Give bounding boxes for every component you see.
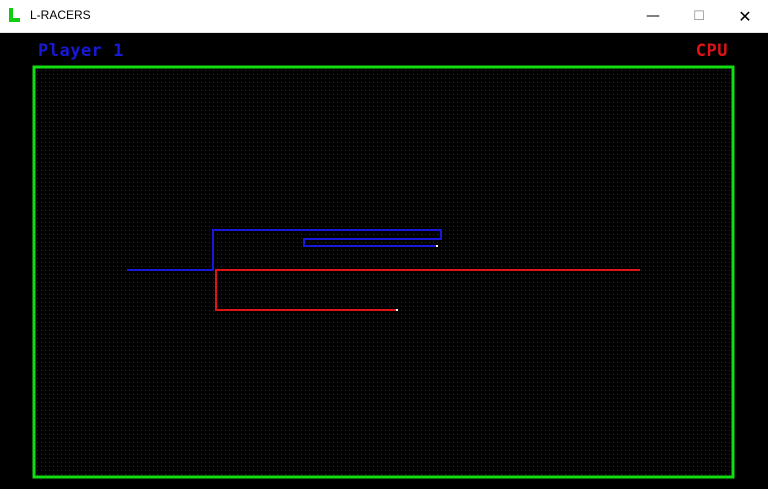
game-arena[interactable] bbox=[0, 33, 768, 489]
close-icon: ✕ bbox=[738, 6, 752, 26]
window-titlebar[interactable]: L-RACERS — ☐ ✕ bbox=[0, 0, 768, 33]
close-button[interactable]: ✕ bbox=[722, 0, 768, 32]
cpu-head bbox=[396, 309, 398, 311]
arena-floor bbox=[34, 67, 733, 477]
minimize-icon: — bbox=[646, 8, 660, 24]
maximize-icon: ☐ bbox=[693, 8, 705, 24]
minimize-button[interactable]: — bbox=[630, 0, 676, 32]
maximize-button[interactable]: ☐ bbox=[676, 0, 722, 32]
game-client-area: Player 1 CPU bbox=[0, 33, 768, 489]
player-head bbox=[436, 245, 438, 247]
l-letter-icon bbox=[9, 8, 20, 22]
window-title: L-RACERS bbox=[30, 8, 91, 22]
